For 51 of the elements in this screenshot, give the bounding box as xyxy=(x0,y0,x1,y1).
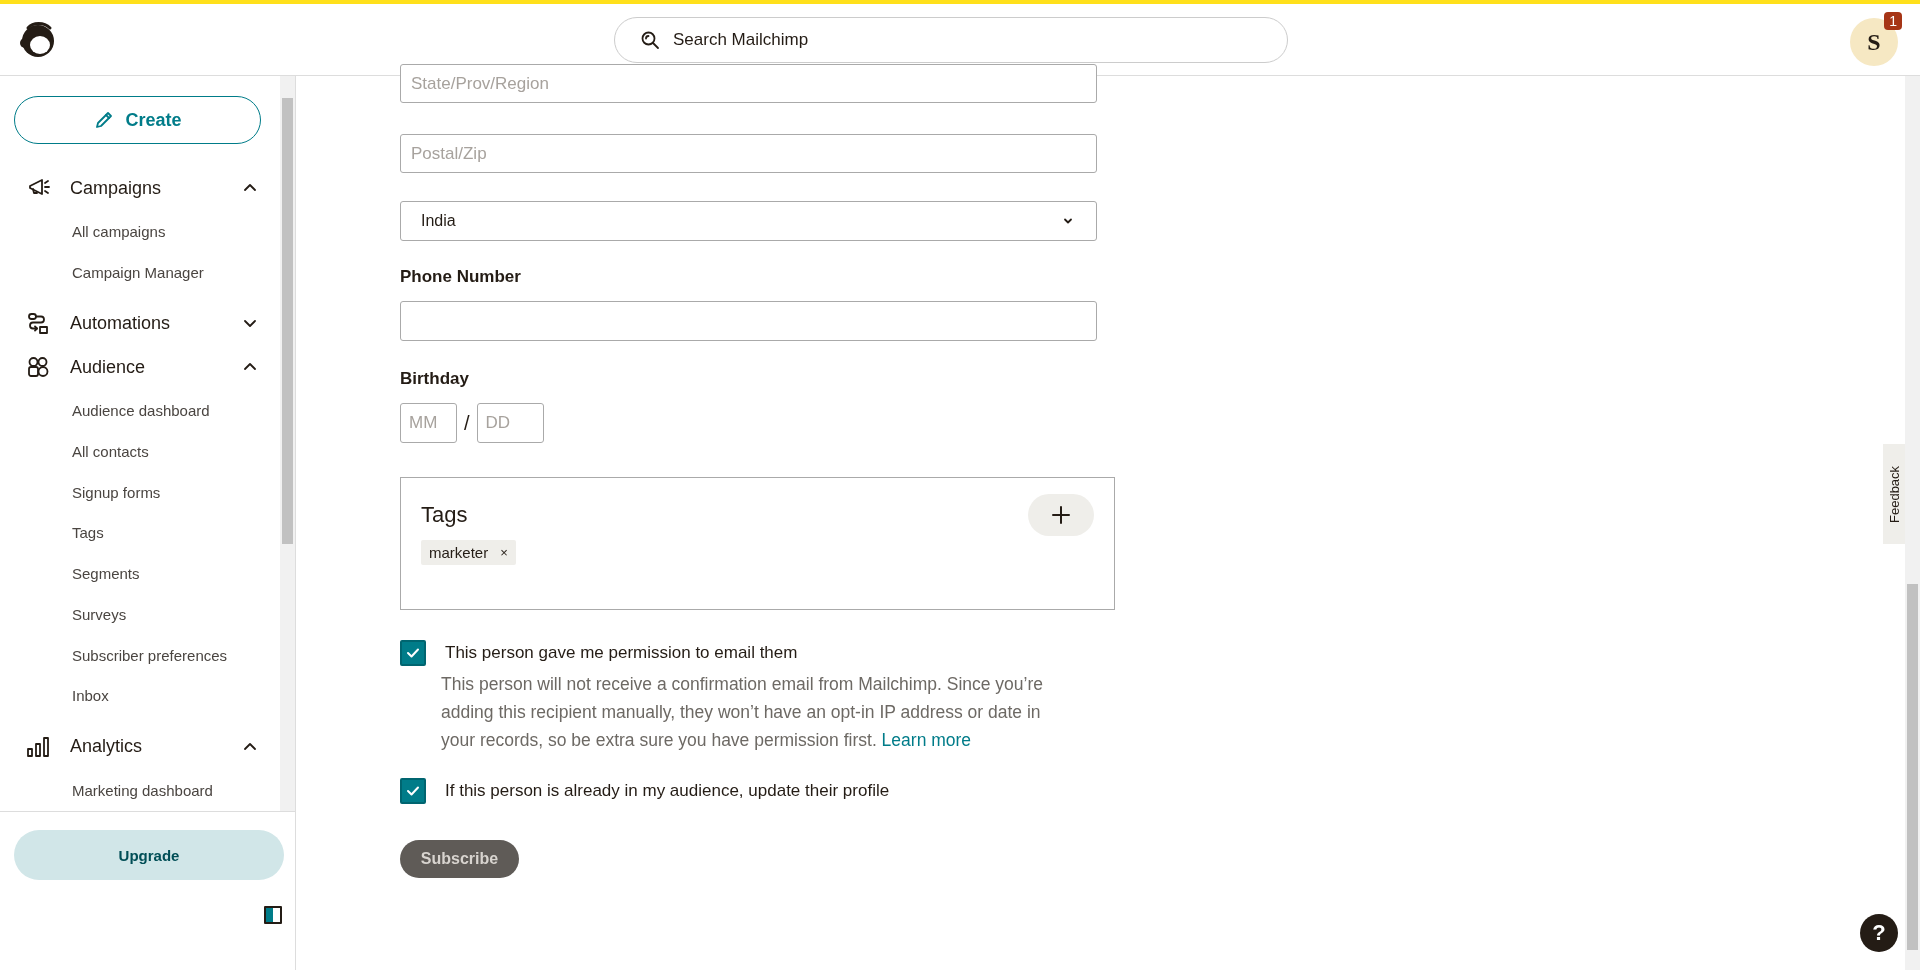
create-button[interactable]: Create xyxy=(14,96,261,144)
plus-icon xyxy=(1051,505,1071,525)
sidebar-toggle-icon xyxy=(264,906,282,924)
nav-subitem[interactable]: Surveys xyxy=(72,598,127,640)
nav-item[interactable]: Automations xyxy=(26,307,258,340)
nav-item[interactable]: Audience xyxy=(26,351,258,384)
bar-chart-icon xyxy=(26,734,50,759)
description-text: This person will not receive a confirmation email from Mailchimp. Since you’re adding this recipient manually, they won’t have an opt-in IP address or date in your records, so be extra sure you have permission first. Learn more xyxy=(441,673,1045,752)
upgrade-button[interactable]: Upgrade xyxy=(14,830,284,880)
help-button[interactable]: ? xyxy=(1860,914,1898,952)
nav-subitem[interactable]: All contacts xyxy=(72,436,149,477)
month-field[interactable]: MM xyxy=(400,403,457,443)
checkbox-label: This person gave me permission to email them xyxy=(445,642,799,664)
nav-subitem[interactable]: Signup forms xyxy=(72,476,161,518)
field-label: Birthday xyxy=(400,369,469,389)
feedback-tab[interactable]: Feedback xyxy=(1883,444,1905,544)
tags-title: Tags xyxy=(421,502,468,528)
add-tag-button[interactable] xyxy=(1028,494,1094,536)
date-separator: / xyxy=(464,411,470,435)
people-icon xyxy=(26,355,50,380)
search-icon xyxy=(640,30,660,50)
search-field[interactable]: Search Mailchimp xyxy=(614,17,1288,63)
subscribe-button[interactable]: Subscribe xyxy=(400,840,519,878)
notification-badge: 1 xyxy=(1884,12,1902,30)
phone-field[interactable] xyxy=(400,301,1097,341)
nav-subitem[interactable]: Subscriber preferences xyxy=(72,639,228,681)
country-dropdown[interactable]: India xyxy=(400,201,1097,241)
text-field[interactable]: State/Prov/Region xyxy=(400,64,1097,103)
nav-subitem[interactable]: Inbox xyxy=(72,680,109,721)
checkbox[interactable] xyxy=(400,640,426,666)
check-icon xyxy=(406,647,420,659)
check-icon xyxy=(406,785,420,797)
nav-item[interactable]: Analytics xyxy=(26,730,258,763)
workflow-icon xyxy=(26,311,50,336)
nav-subitem[interactable]: Audience dashboard xyxy=(72,395,210,437)
checkbox[interactable] xyxy=(400,778,426,804)
nav-subitem[interactable]: Segments xyxy=(72,558,140,599)
nav-subitem[interactable]: Tags xyxy=(72,517,104,559)
field-label: Phone Number xyxy=(400,267,521,287)
text-field[interactable]: Postal/Zip xyxy=(400,134,1097,173)
remove-tag-button[interactable]: × xyxy=(500,545,508,560)
scrollbar-thumb[interactable] xyxy=(282,98,293,544)
scrollbar-thumb[interactable] xyxy=(1907,584,1918,950)
nav-subitem[interactable]: Marketing dashboard xyxy=(72,774,213,816)
nav-subitem[interactable]: Campaign Manager xyxy=(72,256,204,298)
tag-label: marketer xyxy=(429,544,489,561)
nav-subitem[interactable]: All campaigns xyxy=(72,216,166,257)
checkbox-label: If this person is already in my audience, update their profile xyxy=(445,780,890,802)
day-field[interactable]: DD xyxy=(476,403,544,443)
nav-item[interactable]: Campaigns xyxy=(26,172,258,204)
learn-more-link[interactable]: Learn more xyxy=(881,730,972,750)
